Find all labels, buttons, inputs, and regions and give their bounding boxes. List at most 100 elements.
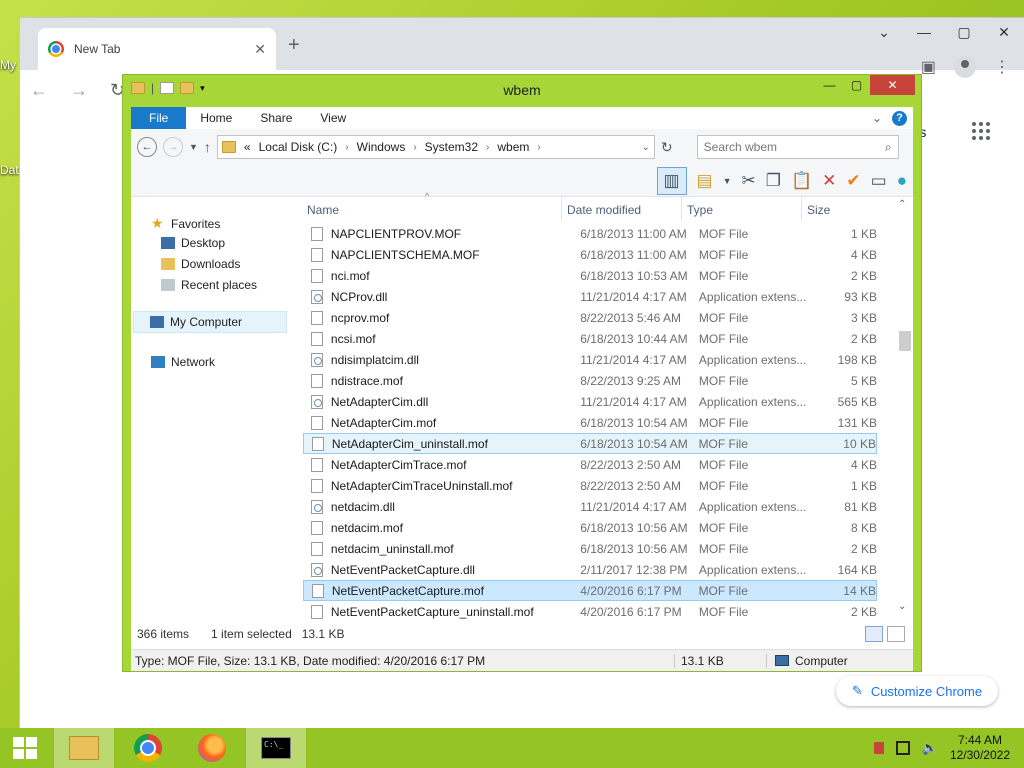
new-tab-icon[interactable]: + [288,34,300,57]
details-view-icon[interactable] [865,626,883,642]
tab-file[interactable]: File [131,107,187,129]
properties-icon[interactable]: ▤ [697,171,713,191]
chrome-tab[interactable]: New Tab ✕ [38,28,276,70]
back-icon[interactable]: ← [30,80,48,101]
preview-pane-icon[interactable]: ▥ [656,166,687,195]
up-icon[interactable]: ↑ [204,139,211,155]
maximize-icon[interactable]: ▢ [944,18,984,46]
nav-downloads[interactable]: Downloads [161,257,240,271]
cut-icon[interactable]: ✂ [741,171,755,191]
column-header-type[interactable]: Type [687,203,713,217]
rename-icon[interactable]: ▭ [871,171,887,191]
rename-check-icon[interactable]: ✔ [846,171,860,191]
start-button[interactable] [0,728,50,768]
file-row[interactable]: NetAdapterCim.dll 11/21/2014 4:17 AM Appli… [303,391,877,412]
file-row[interactable]: ncprov.mof 8/22/2013 5:46 AM MOF File 3 KB [303,307,877,328]
desktop-icon-label[interactable]: Dat [0,163,19,177]
address-bar[interactable]: « Local Disk (C:) › Windows › System32 ›… [216,135,655,159]
maximize-icon[interactable]: ▢ [843,75,870,95]
taskbar-cmd[interactable]: C:\_ [246,728,306,768]
breadcrumb-separator-icon[interactable]: › [413,142,416,153]
address-dropdown-icon[interactable]: ⌄ [642,142,650,153]
column-divider[interactable] [561,197,562,221]
expand-ribbon-icon[interactable]: ⌄ [872,111,882,125]
tab-share[interactable]: Share [246,107,306,129]
file-row[interactable]: NetAdapterCim_uninstall.mof 6/18/2013 10:… [303,433,877,454]
desktop-icon-label[interactable]: My [0,58,16,72]
file-row[interactable]: netdacim_uninstall.mof 6/18/2013 10:56 AM… [303,538,877,559]
taskbar-chrome[interactable] [118,728,178,768]
file-row[interactable]: nci.mof 6/18/2013 10:53 AM MOF File 2 KB [303,265,877,286]
delete-icon[interactable]: ✕ [822,171,836,191]
breadcrumb-separator-icon[interactable]: › [486,142,489,153]
taskbar-firefox[interactable] [182,728,242,768]
paste-icon[interactable]: 📋 [791,171,812,191]
file-row[interactable]: NCProv.dll 11/21/2014 4:17 AM Application … [303,286,877,307]
dropdown-icon[interactable]: ▼ [723,176,732,186]
scroll-down-icon[interactable]: ⌄ [898,601,906,612]
back-icon[interactable]: ← [137,137,157,157]
minimize-icon[interactable]: — [816,75,843,95]
file-row[interactable]: netdacim.dll 11/21/2014 4:17 AM Applicatio… [303,496,877,517]
file-row[interactable]: NetAdapterCimTrace.mof 8/22/2013 2:50 AM M… [303,454,877,475]
file-row[interactable]: ndisimplatcim.dll 11/21/2014 4:17 AM Appli… [303,349,877,370]
file-row[interactable]: NetEventPacketCapture.dll 2/11/2017 12:38… [303,559,877,580]
tab-close-icon[interactable]: ✕ [254,41,266,58]
file-row[interactable]: NAPCLIENTPROV.MOF 6/18/2013 11:00 AM MOF F… [303,223,877,244]
side-panel-icon[interactable]: ▣ [921,57,936,77]
scroll-thumb[interactable] [899,331,911,351]
file-row[interactable]: ndistrace.mof 8/22/2013 9:25 AM MOF File 5 … [303,370,877,391]
column-header-size[interactable]: Size [807,203,830,217]
scroll-up-icon[interactable]: ⌃ [898,199,906,210]
minimize-icon[interactable]: — [904,18,944,46]
google-apps-icon[interactable] [972,122,990,140]
taskbar-file-explorer[interactable] [54,728,114,768]
network-globe-icon[interactable]: ● [897,171,907,191]
breadcrumb-separator-icon[interactable]: › [537,142,540,153]
copy-icon[interactable]: ❐ [766,171,781,191]
tab-home[interactable]: Home [186,107,246,129]
file-row[interactable]: NetEventPacketCapture.mof 4/20/2016 6:17 … [303,580,877,601]
refresh-icon[interactable]: ↻ [661,139,673,156]
file-row[interactable]: NetEventPacketCapture_uninstall.mof 4/20/… [303,601,877,622]
breadcrumb-separator-icon[interactable]: › [345,142,348,153]
file-row[interactable]: NAPCLIENTSCHEMA.MOF 6/18/2013 11:00 AM MOF… [303,244,877,265]
forward-icon[interactable]: → [163,137,183,157]
breadcrumb-item[interactable]: System32 [425,140,478,154]
clock[interactable]: 7:44 AM 12/30/2022 [950,733,1010,763]
file-row[interactable]: NetAdapterCimTraceUninstall.mof 8/22/2013… [303,475,877,496]
nav-recent-places[interactable]: Recent places [161,278,257,292]
vertical-scrollbar[interactable]: ⌃ ⌄ [897,197,911,617]
file-row[interactable]: netdacim.mof 6/18/2013 10:56 AM MOF File 8 … [303,517,877,538]
column-divider[interactable] [801,197,802,221]
close-icon[interactable]: ✕ [984,18,1024,46]
action-center-icon[interactable] [873,742,884,754]
forward-icon[interactable]: → [70,80,88,101]
nav-network[interactable]: Network [151,355,215,369]
help-icon[interactable]: ? [892,110,907,126]
breadcrumb-item[interactable]: Windows [357,140,406,154]
nav-desktop[interactable]: Desktop [161,236,225,250]
file-row[interactable]: NetAdapterCim.mof 6/18/2013 10:54 AM MOF F… [303,412,877,433]
nav-favorites[interactable]: ★ Favorites [151,215,220,232]
breadcrumb-item[interactable]: Local Disk (C:) [259,140,338,154]
large-icons-view-icon[interactable] [887,626,905,642]
breadcrumb-item[interactable]: wbem [497,140,529,154]
recent-locations-chevron-icon[interactable]: ▼ [189,142,198,152]
menu-kebab-icon[interactable]: ⋮ [994,57,1010,77]
file-row[interactable]: ncsi.mof 6/18/2013 10:44 AM MOF File 2 KB [303,328,877,349]
tab-search-chevron-icon[interactable]: ⌄ [864,18,904,46]
column-divider[interactable] [681,197,682,221]
close-icon[interactable]: ✕ [870,75,915,95]
network-status-icon[interactable] [895,741,910,755]
profile-avatar-icon[interactable] [954,56,976,78]
column-header-name[interactable]: Name [307,203,339,217]
explorer-titlebar[interactable]: | ▾ wbem — ▢ ✕ [123,75,921,105]
breadcrumb-overflow[interactable]: « [244,140,251,154]
customize-chrome-button[interactable]: ✎ Customize Chrome [836,676,998,706]
nav-my-computer[interactable]: My Computer [133,311,287,333]
volume-icon[interactable]: 🔈 [922,740,938,756]
search-input[interactable]: Search wbem ⌕ [696,135,899,159]
tab-view[interactable]: View [306,107,360,129]
column-header-date[interactable]: Date modified [567,203,641,217]
